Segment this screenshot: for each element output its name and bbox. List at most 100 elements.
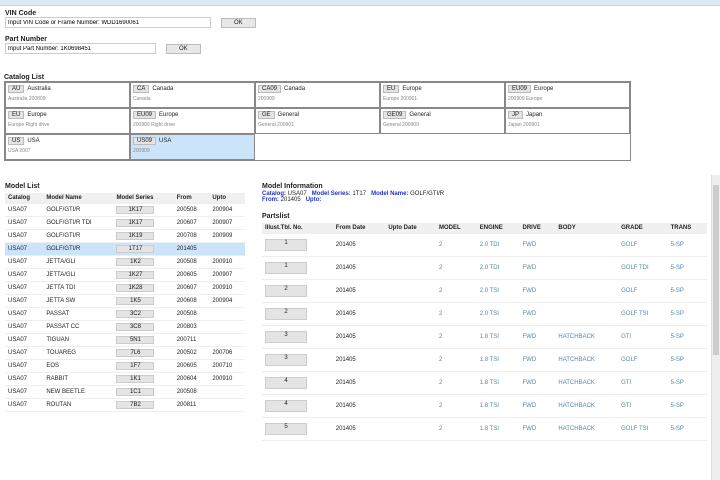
part-label: Part Number xyxy=(5,36,48,43)
catalog-subtitle: General 200909 xyxy=(383,122,419,128)
catalog-item[interactable]: EU Europe Europe Right drive xyxy=(5,108,130,134)
illust-table-button[interactable]: 2 xyxy=(265,285,307,297)
model-series-button[interactable]: 7L6 xyxy=(116,349,155,357)
catalog-item[interactable]: EU Europe Europe 200901 xyxy=(380,82,505,108)
table-row[interactable]: 2 201405 2 2.0 TSI FWD GOLF 5-SP xyxy=(262,279,707,303)
scrollbar-thumb[interactable] xyxy=(713,185,719,355)
catalog-code[interactable]: EU xyxy=(8,111,25,119)
table-row[interactable]: 4 201405 2 1.8 TSI FWD HATCHBACK GTI 5-SP xyxy=(262,394,707,418)
catalog-item[interactable]: AU Australia Australia 200809 xyxy=(5,82,130,108)
table-row[interactable]: 4 201405 2 1.8 TSI FWD HATCHBACK GTI 5-SP xyxy=(262,371,707,395)
model-series-button[interactable]: 1C1 xyxy=(116,388,155,396)
illust-table-button[interactable]: 1 xyxy=(265,262,307,274)
model-series-button[interactable]: 1K17 xyxy=(116,206,155,214)
model-cell: TIGUAN xyxy=(43,333,114,347)
catalog-item[interactable]: US USA USA 2007 xyxy=(5,134,130,160)
parts-table-header: Illust.Tbl. No. From Date Upto Date MODEL EN… xyxy=(262,223,707,234)
illust-table-button[interactable]: 4 xyxy=(265,400,307,412)
catalog-subtitle: General 200901 xyxy=(258,122,294,128)
catalog-item[interactable]: JP Japan Japan 200901 xyxy=(505,108,630,134)
table-row[interactable]: USA07 GOLF/GTI/R 1T17 201405 xyxy=(5,242,245,256)
illust-table-button[interactable]: 1 xyxy=(265,239,307,251)
catalog-code[interactable]: US09 xyxy=(133,137,157,145)
parts-cell: FWD xyxy=(519,233,556,257)
catalog-item[interactable]: GE09 General General 200909 xyxy=(380,108,505,134)
vin-input[interactable] xyxy=(5,17,211,28)
table-row[interactable]: USA07 JETTA/GLI 1K2 200508 200910 xyxy=(5,255,245,269)
model-series-button[interactable]: 1K19 xyxy=(116,232,155,240)
parts-column-header: BODY xyxy=(555,223,619,234)
model-series-button[interactable]: 1K17 xyxy=(116,219,155,227)
catalog-item[interactable]: CA Canada Canada xyxy=(130,82,255,108)
table-row[interactable]: 5 201405 2 1.8 TSI FWD HATCHBACK GOLF TSI 5-SP xyxy=(262,417,707,441)
catalog-code[interactable]: EU09 xyxy=(508,85,532,93)
model-cell: 200605 xyxy=(173,268,210,282)
catalog-code[interactable]: EU09 xyxy=(133,111,157,119)
parts-cell: GOLF xyxy=(618,348,668,372)
table-row[interactable]: USA07 TIGUAN 5N1 200711 xyxy=(5,333,245,347)
vin-ok-button[interactable]: OK xyxy=(220,17,256,28)
parts-cell: 201405 xyxy=(332,325,386,349)
model-cell: PASSAT CC xyxy=(43,320,114,334)
model-series-button[interactable]: 1K5 xyxy=(116,297,155,305)
parts-cell: 201405 xyxy=(332,417,386,441)
catalog-item[interactable]: EU09 Europe 200909 Right drive xyxy=(130,108,255,134)
catalog-item[interactable]: GE General General 200901 xyxy=(255,108,380,134)
table-row[interactable]: 2 201405 2 2.0 TSI FWD GOLF TSI 5-SP xyxy=(262,302,707,326)
part-input[interactable] xyxy=(5,43,156,54)
catalog-code[interactable]: US xyxy=(8,137,25,145)
model-series-button[interactable]: 7B2 xyxy=(116,401,155,409)
illust-table-button[interactable]: 4 xyxy=(265,377,307,389)
illust-table-button[interactable]: 5 xyxy=(265,423,307,435)
table-row[interactable]: USA07 PASSAT 3C2 200508 xyxy=(5,307,245,321)
table-row[interactable]: USA07 JETTA SW 1K5 200608 200904 xyxy=(5,294,245,308)
parts-cell: 2 xyxy=(435,302,477,326)
catalog-code[interactable]: GE09 xyxy=(383,111,407,119)
table-row[interactable]: 3 201405 2 1.8 TSI FWD HATCHBACK GOLF 5-SP xyxy=(262,348,707,372)
table-row[interactable]: 1 201405 2 2.0 TDI FWD GOLF 5-SP xyxy=(262,233,707,257)
table-row[interactable]: USA07 GOLF/GTI/R 1K17 200508 200904 xyxy=(5,203,245,217)
model-series-button[interactable]: 1K2 xyxy=(116,258,155,266)
table-row[interactable]: USA07 TOUAREG 7L6 200502 200706 xyxy=(5,346,245,360)
model-series-button[interactable]: 1T17 xyxy=(116,245,155,253)
table-row[interactable]: USA07 NEW BEETLE 1C1 200508 xyxy=(5,385,245,399)
model-cell: USA07 xyxy=(5,281,44,295)
model-cell: 7L6 xyxy=(113,346,174,360)
catalog-code[interactable]: CA09 xyxy=(258,85,282,93)
model-series-button[interactable]: 1K28 xyxy=(116,284,155,292)
illust-table-button[interactable]: 2 xyxy=(265,308,307,320)
model-info-label: Model Information xyxy=(262,183,323,190)
catalog-item[interactable]: EU09 Europe 200909 Europe xyxy=(505,82,630,108)
catalog-item[interactable]: CA09 Canada 200909 xyxy=(255,82,380,108)
table-row[interactable]: USA07 EOS 1F7 200605 200710 xyxy=(5,359,245,373)
model-series-button[interactable]: 5N1 xyxy=(116,336,155,344)
illust-table-button[interactable]: 3 xyxy=(265,354,307,366)
table-row[interactable]: 3 201405 2 1.8 TSI FWD HATCHBACK GTI 5-SP xyxy=(262,325,707,349)
model-series-button[interactable]: 3C8 xyxy=(116,323,155,331)
parts-cell xyxy=(385,394,436,418)
table-row[interactable]: USA07 PASSAT CC 3C8 200803 xyxy=(5,320,245,334)
model-series-button[interactable]: 3C2 xyxy=(116,310,155,318)
table-row[interactable]: USA07 JETTA TDI 1K28 200607 200910 xyxy=(5,281,245,295)
table-row[interactable]: USA07 ROUTAN 7B2 200811 xyxy=(5,398,245,412)
parts-cell: 201405 xyxy=(332,394,386,418)
table-row[interactable]: USA07 GOLF/GTI/R 1K19 200708 200909 xyxy=(5,229,245,243)
vin-section: VIN Code OK xyxy=(5,10,256,28)
illust-table-button[interactable]: 3 xyxy=(265,331,307,343)
table-row[interactable]: USA07 GOLF/GTI/R TDI 1K17 200607 200907 xyxy=(5,216,245,230)
catalog-code[interactable]: GE xyxy=(258,111,275,119)
catalog-code[interactable]: CA xyxy=(133,85,150,93)
catalog-code[interactable]: JP xyxy=(508,111,524,119)
model-series-button[interactable]: 1K1 xyxy=(116,375,155,383)
table-row[interactable]: USA07 RABBIT 1K1 200604 200910 xyxy=(5,372,245,386)
model-series-button[interactable]: 1K27 xyxy=(116,271,155,279)
parts-cell xyxy=(385,325,436,349)
parts-cell: GTI xyxy=(618,371,668,395)
table-row[interactable]: USA07 JETTA/GLI 1K27 200605 200907 xyxy=(5,268,245,282)
table-row[interactable]: 1 201405 2 2.0 TDI FWD GOLF TDI 5-SP xyxy=(262,256,707,280)
catalog-item[interactable]: US09 USA 200909 xyxy=(130,134,255,160)
catalog-code[interactable]: EU xyxy=(383,85,400,93)
model-series-button[interactable]: 1F7 xyxy=(116,362,155,370)
part-ok-button[interactable]: OK xyxy=(165,43,201,54)
catalog-code[interactable]: AU xyxy=(8,85,25,93)
